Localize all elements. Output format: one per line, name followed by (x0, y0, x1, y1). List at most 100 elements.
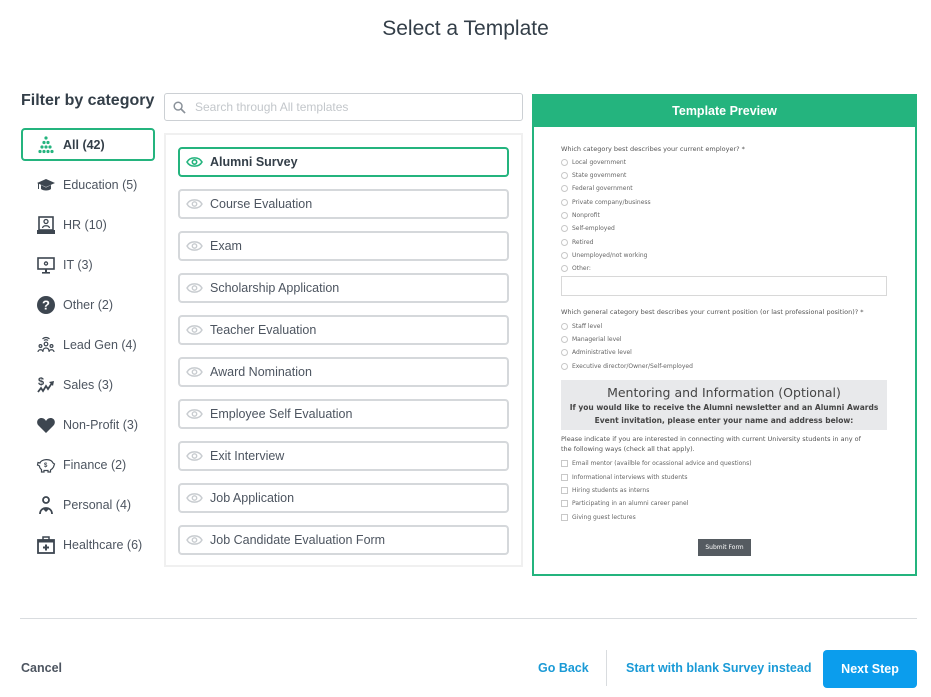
radio-icon (561, 199, 568, 206)
radio-icon (561, 363, 568, 370)
radio-icon (561, 323, 568, 330)
template-job-application[interactable]: Job Application (178, 483, 509, 513)
preview-radio-option: Local government (561, 159, 626, 166)
category-sales[interactable]: $ Sales (3) (21, 368, 155, 401)
category-label: IT (3) (63, 257, 93, 272)
eye-icon (186, 409, 203, 419)
template-scholarship-application[interactable]: Scholarship Application (178, 273, 509, 303)
eye-icon (186, 535, 203, 545)
question-line-2: the following ways (check all that apply… (561, 445, 695, 453)
category-non-profit[interactable]: Non-Profit (3) (21, 408, 155, 441)
radio-icon (561, 212, 568, 219)
option-label: Self-employed (572, 225, 615, 232)
section-subtitle-2: Event invitation, please enter your name… (594, 416, 854, 425)
template-list: Alumni Survey Course Evaluation Exam Sch… (164, 133, 523, 567)
preview-checkbox-option: Participating in an alumni career panel (561, 500, 688, 507)
category-it[interactable]: IT (3) (21, 248, 155, 281)
preview-radio-option: Managerial level (561, 336, 622, 343)
svg-text:$: $ (44, 463, 48, 469)
category-label: Healthcare (6) (63, 537, 143, 552)
preview-checkbox-option: Informational interviews with students (561, 474, 688, 481)
go-back-button[interactable]: Go Back (538, 661, 589, 675)
next-step-button[interactable]: Next Step (823, 650, 917, 688)
category-healthcare[interactable]: Healthcare (6) (21, 528, 155, 561)
option-label: Local government (572, 159, 627, 166)
option-label: Other: (572, 265, 591, 272)
piggy-bank-icon: $ (35, 454, 57, 476)
template-job-candidate-evaluation-form[interactable]: Job Candidate Evaluation Form (178, 525, 509, 555)
preview-question-position: Which general category best describes yo… (561, 308, 864, 316)
template-label: Teacher Evaluation (210, 323, 317, 337)
preview-other-text-field (561, 276, 887, 296)
preview-header: Template Preview (534, 96, 915, 127)
template-label: Scholarship Application (210, 281, 340, 295)
preview-radio-option: State government (561, 172, 626, 179)
svg-text:$: $ (38, 376, 44, 388)
preview-radio-option: Other: (561, 265, 591, 272)
option-label: Participating in an alumni career panel (572, 500, 689, 507)
start-blank-survey-button[interactable]: Start with blank Survey instead (626, 661, 811, 675)
option-label: Federal government (572, 185, 633, 192)
heart-icon (35, 414, 57, 436)
option-label: Hiring students as interns (572, 487, 650, 494)
filter-heading: Filter by category (21, 92, 155, 109)
search-input[interactable] (195, 100, 495, 114)
category-label: Education (5) (63, 177, 138, 192)
template-teacher-evaluation[interactable]: Teacher Evaluation (178, 315, 509, 345)
id-badge-icon (35, 214, 57, 236)
category-hr[interactable]: HR (10) (21, 208, 155, 241)
cancel-button[interactable]: Cancel (21, 661, 62, 675)
category-personal[interactable]: Personal (4) (21, 488, 155, 521)
category-label: Lead Gen (4) (63, 337, 137, 352)
template-preview: Template Preview Which category best des… (532, 94, 917, 576)
radio-icon (561, 349, 568, 356)
template-employee-self-evaluation[interactable]: Employee Self Evaluation (178, 399, 509, 429)
preview-radio-option: Federal government (561, 185, 633, 192)
eye-icon (186, 241, 203, 251)
category-education[interactable]: Education (5) (21, 168, 155, 201)
category-label: Finance (2) (63, 457, 127, 472)
template-exit-interview[interactable]: Exit Interview (178, 441, 509, 471)
category-label: Personal (4) (63, 497, 132, 512)
eye-icon (186, 367, 203, 377)
preview-radio-option: Staff level (561, 323, 602, 330)
eye-icon (186, 283, 203, 293)
preview-checkbox-option: Email mentor (availble for ocassional ad… (561, 460, 752, 467)
template-label: Exam (210, 239, 242, 253)
option-label: Unemployed/not working (572, 252, 648, 259)
category-all[interactable]: All (42) (21, 128, 155, 161)
option-label: Retired (572, 239, 594, 246)
checkbox-icon (561, 487, 568, 494)
category-finance[interactable]: $ Finance (2) (21, 448, 155, 481)
preview-radio-option: Nonprofit (561, 212, 600, 219)
category-label: Non-Profit (3) (63, 417, 139, 432)
option-label: Managerial level (572, 336, 622, 343)
template-course-evaluation[interactable]: Course Evaluation (178, 189, 509, 219)
category-other[interactable]: ? Other (2) (21, 288, 155, 321)
radio-icon (561, 185, 568, 192)
option-label: Administrative level (572, 349, 632, 356)
graduation-cap-icon (35, 174, 57, 196)
footer-divider (20, 618, 917, 619)
search-box[interactable] (164, 93, 523, 121)
radio-icon (561, 265, 568, 272)
option-label: Informational interviews with students (572, 474, 688, 481)
option-label: Nonprofit (572, 212, 600, 219)
template-label: Job Application (210, 491, 295, 505)
preview-radio-option: Administrative level (561, 349, 632, 356)
category-lead-gen[interactable]: Lead Gen (4) (21, 328, 155, 361)
template-label: Employee Self Evaluation (210, 407, 353, 421)
preview-question-connect: Please indicate if you are interested in… (561, 434, 891, 454)
eye-icon (186, 451, 203, 461)
option-label: State government (572, 172, 627, 179)
radio-icon (561, 172, 568, 179)
option-label: Email mentor (availble for ocassional ad… (572, 460, 752, 467)
eye-icon (186, 325, 203, 335)
people-broadcast-icon (35, 334, 57, 356)
svg-text:?: ? (42, 297, 50, 312)
template-award-nomination[interactable]: Award Nomination (178, 357, 509, 387)
category-label: Sales (3) (63, 377, 114, 392)
template-exam[interactable]: Exam (178, 231, 509, 261)
category-label: HR (10) (63, 217, 107, 232)
template-alumni-survey[interactable]: Alumni Survey (178, 147, 509, 177)
